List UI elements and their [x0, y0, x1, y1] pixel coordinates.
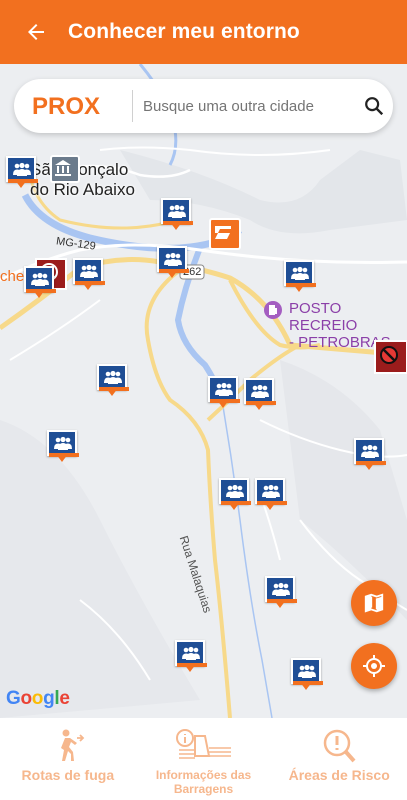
nav-label: Informações das Barragens: [155, 768, 252, 796]
meeting-point-box: [219, 478, 251, 505]
marker-tail: [217, 400, 229, 408]
map-view[interactable]: MG-129 262 Rua Malaquias São Gonçalo do …: [0, 64, 407, 718]
search-icon[interactable]: [363, 95, 385, 117]
gas-station-icon[interactable]: [263, 300, 283, 320]
group-people-icon: [226, 484, 244, 498]
meeting-point-box: [244, 378, 276, 405]
meeting-point-box: [47, 430, 79, 457]
prox-logo: PROX: [32, 93, 100, 119]
nav-label: Áreas de Risco: [288, 767, 390, 783]
meeting-point-box: [291, 658, 323, 685]
group-people-icon: [291, 266, 309, 280]
nav-risk-areas[interactable]: Áreas de Risco: [271, 718, 407, 800]
town-hall-icon[interactable]: [50, 155, 80, 183]
dam-info-icon: [175, 729, 231, 759]
google-attribution: Google: [6, 688, 70, 709]
marker-tail: [82, 282, 94, 290]
group-people-icon: [361, 444, 379, 458]
group-people-icon: [164, 252, 182, 266]
meeting-point-marker[interactable]: [6, 156, 38, 190]
meeting-point-marker[interactable]: [157, 246, 189, 280]
meeting-point-box: [208, 376, 240, 403]
nav-dam-information[interactable]: Informações das Barragens: [136, 718, 272, 800]
marker-tail: [56, 454, 68, 462]
marker-tail: [166, 270, 178, 278]
marker-tail: [106, 388, 118, 396]
meeting-point-marker[interactable]: [161, 198, 193, 232]
city-search-input[interactable]: [141, 96, 355, 116]
meeting-point-marker[interactable]: [24, 266, 56, 300]
meeting-point-box: [284, 260, 316, 287]
my-location-button[interactable]: [351, 643, 397, 689]
group-people-icon: [168, 204, 186, 218]
marker-tail: [228, 502, 240, 510]
meeting-point-box: [161, 198, 193, 225]
meeting-point-marker[interactable]: [265, 576, 297, 610]
marker-tail: [363, 462, 375, 470]
marker-tail: [170, 222, 182, 230]
svg-text:PROX: PROX: [32, 93, 100, 119]
meeting-point-marker[interactable]: [255, 478, 287, 512]
group-people-icon: [13, 162, 31, 176]
meeting-point-box: [24, 266, 56, 293]
map-layers-button[interactable]: [351, 580, 397, 626]
group-people-icon: [182, 646, 200, 660]
meeting-point-marker[interactable]: [219, 478, 251, 512]
group-people-icon: [298, 664, 316, 678]
meeting-point-box: [157, 246, 189, 273]
group-people-icon: [215, 382, 233, 396]
crosshair-icon: [363, 655, 385, 677]
town-label-line2: do Rio Abaixo: [30, 180, 135, 199]
town-label-line1: São Gonçalo: [30, 160, 129, 179]
group-people-icon: [54, 436, 72, 450]
group-people-icon: [272, 582, 290, 596]
meeting-point-box: [265, 576, 297, 603]
marker-tail: [253, 402, 265, 410]
search-divider: [132, 90, 133, 122]
marker-tail: [293, 284, 305, 292]
meeting-point-box: [175, 640, 207, 667]
meeting-point-marker[interactable]: [97, 364, 129, 398]
marker-tail: [15, 180, 27, 188]
marker-tail: [264, 502, 276, 510]
partial-poi-label: che: [0, 268, 25, 285]
nav-label: Rotas de fuga: [21, 767, 115, 783]
page-title: Conhecer meu entorno: [68, 20, 300, 43]
poi-name-line1: POSTO RECREIO: [289, 300, 358, 334]
meeting-point-box: [97, 364, 129, 391]
search-bar: PROX: [14, 79, 393, 133]
meeting-point-box: [6, 156, 38, 183]
magnifier-alert-icon: [323, 729, 356, 763]
meeting-point-box: [255, 478, 287, 505]
group-people-icon: [251, 384, 269, 398]
group-people-icon: [104, 370, 122, 384]
meeting-point-marker[interactable]: [208, 376, 240, 410]
group-people-icon: [80, 264, 98, 278]
bottom-navigation: Rotas de fuga Informações das Barragens …: [0, 718, 407, 800]
group-people-icon: [31, 272, 49, 286]
meeting-point-marker[interactable]: [73, 258, 105, 292]
meeting-point-marker[interactable]: [354, 438, 386, 472]
meeting-point-box: [73, 258, 105, 285]
meeting-point-marker[interactable]: [284, 260, 316, 294]
marker-tail: [300, 682, 312, 690]
town-label: São Gonçalo do Rio Abaixo: [30, 160, 135, 200]
marker-tail: [33, 290, 45, 298]
walking-person-icon: [60, 729, 85, 761]
meeting-point-marker[interactable]: [47, 430, 79, 464]
back-arrow-icon[interactable]: [24, 20, 48, 44]
map-icon: [364, 593, 384, 613]
blocked-road-icon[interactable]: [374, 340, 407, 374]
nav-escape-routes[interactable]: Rotas de fuga: [0, 718, 136, 800]
app-bar: Conhecer meu entorno: [0, 0, 407, 64]
meeting-point-box: [354, 438, 386, 465]
marker-tail: [184, 664, 196, 672]
marker-tail: [274, 600, 286, 608]
meeting-point-marker[interactable]: [175, 640, 207, 674]
meeting-point-marker[interactable]: [291, 658, 323, 692]
dam-marker-icon[interactable]: [209, 218, 241, 250]
group-people-icon: [262, 484, 280, 498]
meeting-point-marker[interactable]: [244, 378, 276, 412]
